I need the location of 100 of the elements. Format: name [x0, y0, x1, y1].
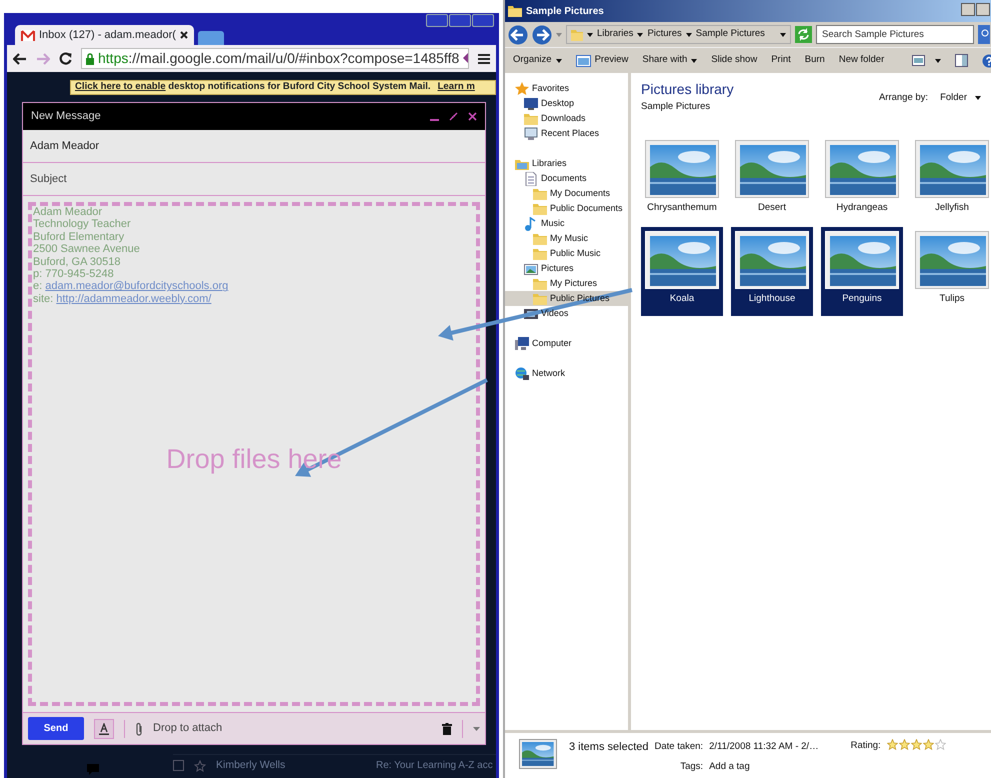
toolbar-button[interactable]: Share with	[642, 53, 698, 68]
file-item[interactable]: Koala	[641, 227, 723, 316]
detail-value: 2/11/2008 11:32 AM - 2/…	[709, 740, 819, 754]
close-icon[interactable]	[180, 31, 188, 39]
folder-icon	[524, 112, 538, 126]
toolbar-button[interactable]: Print	[771, 53, 791, 68]
dropdown-arrow[interactable]	[780, 32, 786, 36]
nav-item[interactable]: Documents	[505, 171, 628, 186]
star-icon[interactable]	[194, 760, 206, 772]
landscape-thumbnail	[920, 236, 986, 286]
star-icon	[886, 739, 898, 750]
close-button[interactable]	[472, 14, 494, 27]
send-button[interactable]: Send	[28, 717, 84, 740]
file-item[interactable]: Penguins	[821, 227, 903, 316]
learn-more-link[interactable]: Learn m	[438, 80, 475, 95]
maximize-button[interactable]	[976, 3, 990, 16]
reload-icon[interactable]	[59, 52, 72, 65]
breadcrumb-item[interactable]: Pictures	[647, 27, 682, 42]
minimize-button[interactable]	[426, 14, 448, 27]
window-title: Sample Pictures	[526, 4, 604, 18]
star-icon	[515, 82, 529, 96]
library-subtitle: Sample Pictures	[641, 100, 712, 114]
folder-icon	[533, 202, 547, 216]
folder-icon	[533, 232, 547, 246]
signature-line: e: adam.meador@bufordcityschools.org	[33, 280, 228, 293]
paperclip-icon[interactable]	[135, 722, 143, 736]
breadcrumb-item[interactable]: Sample Pictures	[696, 27, 765, 42]
tag-field[interactable]: Add a tag	[709, 760, 819, 774]
recent-places-icon	[524, 126, 538, 140]
nav-item[interactable]: Libraries	[505, 156, 628, 171]
nav-item[interactable]: Pictures	[505, 261, 628, 276]
nav-item[interactable]: Favorites	[505, 81, 628, 96]
new-tab-button[interactable]	[198, 31, 224, 45]
attach-hint: Drop to attach	[153, 721, 222, 736]
signature-line: p: 770-945-5248	[33, 268, 115, 280]
preview-pane-icon[interactable]	[955, 54, 968, 67]
arrange-dropdown[interactable]: Folder	[940, 91, 981, 106]
formatting-button[interactable]	[94, 718, 114, 738]
view-button[interactable]	[912, 55, 942, 66]
nav-item[interactable]: My Pictures	[505, 276, 628, 291]
sender-name: Kimberly Wells	[216, 758, 286, 773]
nav-item[interactable]: My Music	[505, 231, 628, 246]
lock-icon	[85, 52, 95, 64]
star-icon	[922, 739, 934, 750]
selection-count: 3 items selected	[569, 740, 648, 755]
menu-icon[interactable]	[478, 52, 490, 64]
folder-icon	[508, 4, 522, 18]
nav-item[interactable]: Computer	[505, 336, 628, 351]
toolbar-button[interactable]: Burn	[804, 53, 825, 68]
folder-icon	[533, 186, 547, 200]
signature-line: site: http://adammeador.weebly.com/	[33, 292, 212, 306]
preview-icon	[576, 54, 591, 66]
file-item[interactable]: Lighthouse	[731, 227, 813, 316]
email-subject: Re: Your Learning A-Z acc	[376, 759, 493, 773]
rating-label: Rating:	[850, 739, 881, 753]
pop-out-icon[interactable]	[449, 112, 458, 121]
browser-tab[interactable]: Inbox (127) - adam.meador(	[15, 25, 194, 45]
toolbar-button[interactable]: Organize	[513, 53, 562, 68]
address-bar[interactable]: https://mail.google.com/mail/u/0/#inbox?compose=1485ff8	[81, 48, 469, 69]
nav-item[interactable]: Desktop	[505, 96, 628, 111]
nav-item[interactable]: Recent Places	[505, 126, 628, 141]
enable-notifications-link[interactable]: Click here to enable	[75, 81, 166, 92]
arrange-label: Arrange by:	[878, 91, 928, 105]
toolbar-button[interactable]: New folder	[838, 53, 884, 68]
mail-icon	[21, 30, 35, 40]
signature-line: Adam Meador	[33, 206, 104, 218]
nav-item[interactable]: My Documents	[505, 186, 628, 201]
refresh-icon[interactable]	[795, 26, 812, 43]
recipient-name: Adam Meador	[30, 138, 100, 154]
search-icon[interactable]	[978, 25, 990, 44]
row-checkbox[interactable]	[173, 760, 184, 771]
nav-item[interactable]: Public Music	[505, 246, 628, 261]
back-icon[interactable]	[13, 52, 27, 64]
search-field[interactable]: Search Sample Pictures	[816, 25, 974, 44]
minimize-button[interactable]	[961, 3, 975, 16]
address-bar[interactable]: Libraries Pictures Sample Pictures	[566, 25, 791, 44]
caret-icon[interactable]	[473, 726, 480, 730]
signature-line: Technology Teacher	[33, 218, 132, 231]
landscape-thumbnail	[650, 145, 716, 196]
notification-text: Click here to enable desktop notifications for Buford City School System Mail.	[75, 80, 431, 94]
folder-icon	[533, 292, 547, 306]
toolbar-button[interactable]: Slide show	[711, 53, 758, 68]
nav-item[interactable]: Music	[505, 216, 628, 231]
landscape-thumbnail	[519, 739, 557, 769]
breadcrumb-item[interactable]: Libraries	[597, 27, 634, 42]
nav-item[interactable]: Network	[505, 366, 628, 381]
nav-item[interactable]: Videos	[505, 306, 628, 321]
signature-line: Buford Elementary	[33, 230, 126, 244]
landscape-thumbnail	[740, 145, 806, 196]
maximize-button[interactable]	[449, 14, 471, 27]
toolbar-button[interactable]: Preview	[576, 53, 628, 68]
network-icon	[515, 366, 529, 380]
forward-icon[interactable]	[532, 24, 552, 44]
signature-line: Buford, GA 30518	[33, 256, 122, 268]
nav-item[interactable]: Downloads	[505, 111, 628, 126]
trash-icon[interactable]	[442, 722, 452, 734]
compose-title: New Message	[31, 109, 101, 124]
nav-item[interactable]: Public Documents	[505, 201, 628, 216]
subject-field[interactable]: Subject	[30, 170, 478, 188]
signature-line: 2500 Sawnee Avenue	[33, 243, 141, 256]
